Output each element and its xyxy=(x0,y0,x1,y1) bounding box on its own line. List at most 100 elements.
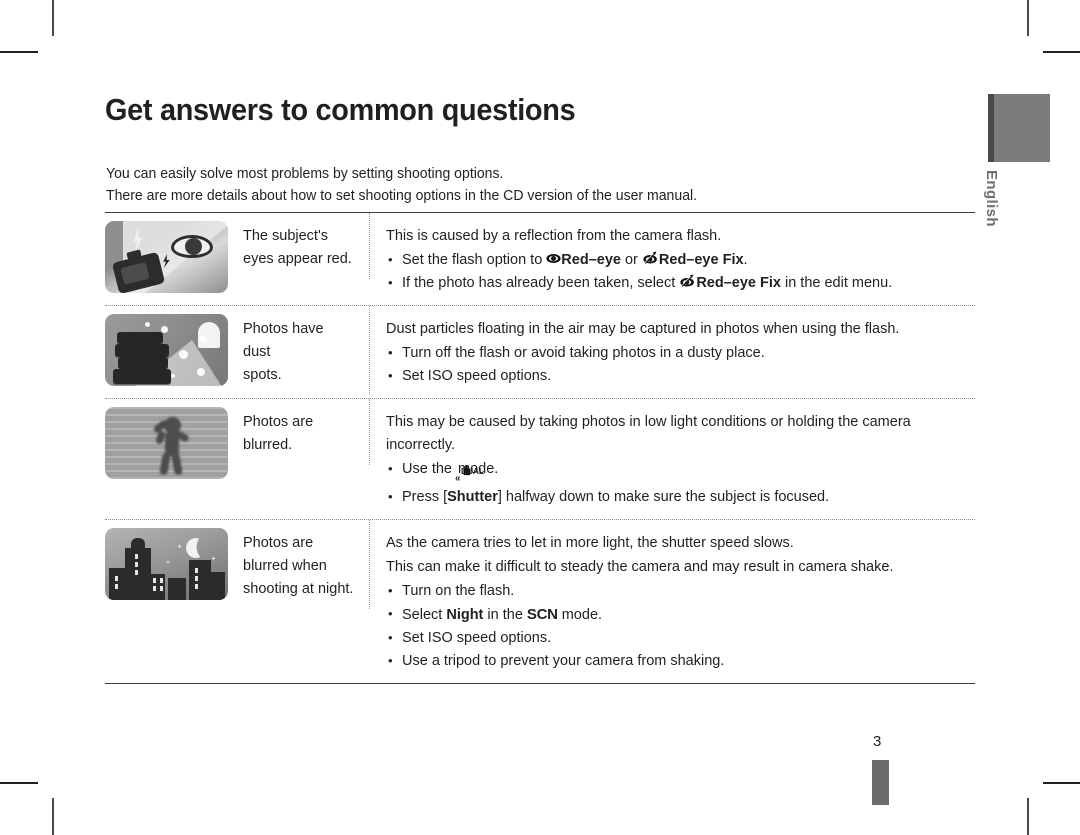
dust-spots-books-illustration xyxy=(105,314,228,386)
language-tab-marker xyxy=(988,94,1050,162)
dust-particle xyxy=(145,322,150,327)
bullet-text: Select xyxy=(402,607,447,623)
answer-lead: As the camera tries to let in more light… xyxy=(386,535,794,551)
question-line: Photos are xyxy=(243,414,314,430)
leg-shape xyxy=(159,452,171,476)
bullet-text-end: . xyxy=(743,252,748,268)
crop-mark-top-right-vertical xyxy=(1027,0,1029,36)
book-shape xyxy=(115,344,169,357)
red-eye-label: Red–eye xyxy=(561,252,621,268)
scn-mode-label: SCN xyxy=(526,606,558,623)
list-item: Set ISO speed options. xyxy=(386,626,975,650)
crop-mark-bottom-left-vertical xyxy=(52,798,54,835)
bullet-text-end: in the edit menu. xyxy=(780,275,893,291)
dust-particle xyxy=(171,374,175,378)
window-light xyxy=(135,570,138,575)
building-shape xyxy=(189,560,211,600)
answer-cell: This is caused by a reflection from the … xyxy=(370,213,975,305)
bullet-text: Set the flash option to xyxy=(402,252,547,268)
crescent-moon-icon xyxy=(186,538,206,558)
crop-mark-bottom-right-vertical xyxy=(1027,798,1029,835)
red-eye-fix-icon xyxy=(642,251,659,266)
list-item: Use a tripod to prevent your camera from… xyxy=(386,649,975,673)
list-item: Set ISO speed options. xyxy=(386,364,975,388)
star-icon xyxy=(166,560,170,564)
answer-cell: As the camera tries to let in more light… xyxy=(370,520,975,683)
question-cell: Photos are blurred. xyxy=(235,399,370,465)
answer-cell: Dust particles floating in the air may b… xyxy=(370,306,975,398)
window-light xyxy=(153,586,156,591)
window-light xyxy=(195,584,198,589)
bullet-text-mid: in the xyxy=(483,607,527,623)
crop-mark-top-right-horizontal xyxy=(1043,51,1080,53)
window-light xyxy=(160,578,163,583)
red-eye-icon xyxy=(546,251,561,266)
list-item: If the photo has already been taken, sel… xyxy=(386,271,975,295)
star-icon xyxy=(177,544,182,549)
dust-particle xyxy=(161,326,168,333)
intro-paragraph: You can easily solve most problems by se… xyxy=(106,163,901,207)
book-shape xyxy=(113,369,171,384)
night-city-illustration xyxy=(105,528,228,600)
red-eye-fix-label: Red–eye Fix xyxy=(658,252,744,268)
troubleshooting-table: The subject's eyes appear red. This is c… xyxy=(105,212,975,684)
building-shape xyxy=(109,568,131,600)
building-shape xyxy=(209,572,225,600)
window-light xyxy=(115,584,118,589)
illustration-cell xyxy=(105,306,235,394)
blurred-person-illustration xyxy=(105,407,228,479)
building-shape xyxy=(168,578,186,600)
dual-label: DUAL xyxy=(461,466,484,476)
question-line: Photos are xyxy=(243,535,314,551)
answer-lead-secondary: This can make it difficult to steady the… xyxy=(386,559,894,575)
illustration-cell xyxy=(105,520,235,608)
question-line: blurred. xyxy=(243,437,293,453)
answer-lead: Dust particles floating in the air may b… xyxy=(386,321,900,337)
shutter-label: Shutter xyxy=(447,489,498,505)
crop-mark-bottom-right-horizontal xyxy=(1043,782,1080,784)
book-shape xyxy=(117,332,163,344)
book-stack-shape xyxy=(113,332,175,384)
bullet-text: Use the xyxy=(402,461,456,477)
intro-line-2: There are more details about how to set … xyxy=(106,188,698,204)
dust-particle xyxy=(197,368,205,376)
illustration-cell xyxy=(105,399,235,487)
illustration-cell xyxy=(105,213,235,301)
bullet-text-end: ] halfway down to make sure the subject … xyxy=(497,489,830,505)
table-row: Photos have dust spots. Dust particles f… xyxy=(105,306,975,399)
star-icon xyxy=(211,556,216,561)
answer-bullet-list: Turn off the flash or avoid taking photo… xyxy=(386,341,975,388)
language-label: English xyxy=(983,170,1000,227)
list-item: Use the «DUAL mode. xyxy=(386,457,975,486)
dust-particle xyxy=(179,350,188,359)
lamp-shape xyxy=(198,322,220,348)
table-row: Photos are blurred when shooting at nigh… xyxy=(105,520,975,684)
bullet-text-or: or xyxy=(620,252,642,268)
window-light xyxy=(153,578,156,583)
red-eye-fix-label: Red–eye Fix xyxy=(696,275,781,291)
person-silhouette xyxy=(151,417,191,476)
answer-bullet-list: Set the flash option to Red–eye or Red–e… xyxy=(386,248,975,295)
page-title: Get answers to common questions xyxy=(105,92,576,127)
footer-marker-bar xyxy=(872,760,889,805)
dust-particle xyxy=(200,336,206,342)
red-eye-fix-icon xyxy=(679,274,696,289)
question-cell: The subject's eyes appear red. xyxy=(235,213,370,279)
answer-lead: This is caused by a reflection from the … xyxy=(386,228,722,244)
pupil-shape xyxy=(185,238,202,255)
question-line: blurred when xyxy=(243,558,327,574)
list-item: Turn on the flash. xyxy=(386,579,975,603)
question-line: Photos have xyxy=(243,321,324,337)
question-line: shooting at night. xyxy=(243,581,354,597)
question-cell: Photos are blurred when shooting at nigh… xyxy=(235,520,370,609)
page-number: 3 xyxy=(873,733,882,750)
answer-lead: This may be caused by taking photos in l… xyxy=(386,414,911,453)
list-item: Turn off the flash or avoid taking photo… xyxy=(386,341,975,365)
table-row: The subject's eyes appear red. This is c… xyxy=(105,212,975,306)
bullet-text: If the photo has already been taken, sel… xyxy=(402,275,680,291)
bullet-text-end: mode. xyxy=(557,607,603,623)
crop-mark-bottom-left-horizontal xyxy=(0,782,38,784)
list-item: Press [Shutter] halfway down to make sur… xyxy=(386,485,975,509)
window-light xyxy=(195,568,198,573)
question-line: spots. xyxy=(243,367,282,383)
